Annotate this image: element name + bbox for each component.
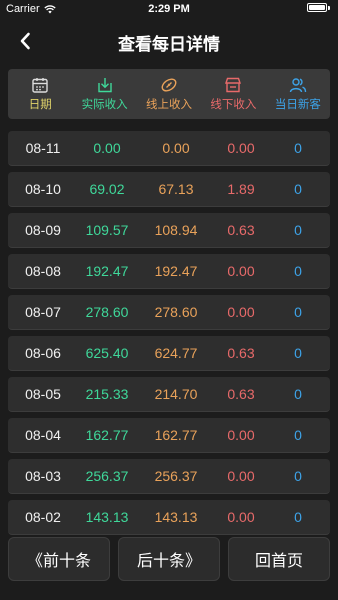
battery-icon — [307, 3, 327, 12]
row-new: 0 — [294, 509, 302, 525]
prev-ten-button[interactable]: 《前十条 — [8, 537, 110, 581]
column-date: 日期 — [8, 69, 72, 119]
row-actual: 215.33 — [85, 386, 129, 402]
column-actual: 实际收入 — [72, 69, 136, 119]
pagination-bar: 《前十条 后十条》 回首页 — [8, 537, 330, 581]
row-online: 192.47 — [154, 263, 198, 279]
row-date: 08-03 — [25, 468, 61, 484]
row-new: 0 — [294, 386, 302, 402]
row-date: 08-04 — [25, 427, 61, 443]
row-online: 108.94 — [154, 222, 198, 238]
row-offline: 0.00 — [227, 304, 255, 320]
page-title: 查看每日详情 — [118, 35, 220, 54]
users-icon — [289, 78, 307, 93]
row-offline: 0.00 — [227, 263, 255, 279]
row-online: 256.37 — [154, 468, 198, 484]
row-online: 278.60 — [154, 304, 198, 320]
daily-list: 08-11 0.00 0.00 0.00 0 08-10 69.02 67.13… — [8, 131, 330, 541]
table-row[interactable]: 08-08 192.47 192.47 0.00 0 — [8, 254, 330, 289]
row-new: 0 — [294, 181, 302, 197]
row-new: 0 — [294, 304, 302, 320]
row-actual: 0.00 — [93, 140, 121, 156]
row-actual: 69.02 — [89, 181, 125, 197]
row-online: 162.77 — [154, 427, 198, 443]
row-actual: 192.47 — [85, 263, 129, 279]
row-date: 08-02 — [25, 509, 61, 525]
home-button[interactable]: 回首页 — [228, 537, 330, 581]
row-online: 143.13 — [154, 509, 198, 525]
status-time: 2:29 PM — [148, 3, 190, 15]
column-date-label: 日期 — [28, 99, 52, 111]
table-row[interactable]: 08-07 278.60 278.60 0.00 0 — [8, 295, 330, 330]
download-icon — [97, 78, 112, 93]
row-online: 67.13 — [158, 181, 194, 197]
table-row[interactable]: 08-10 69.02 67.13 1.89 0 — [8, 172, 330, 207]
row-actual: 278.60 — [85, 304, 129, 320]
row-online: 624.77 — [154, 345, 198, 361]
row-new: 0 — [294, 427, 302, 443]
row-online: 214.70 — [154, 386, 198, 402]
row-date: 08-11 — [25, 140, 61, 156]
row-offline: 0.00 — [227, 468, 255, 484]
row-offline: 0.63 — [227, 345, 255, 361]
row-offline: 0.63 — [227, 222, 255, 238]
nav-bar: 查看每日详情 — [0, 26, 338, 56]
column-header: 日期 实际收入 线上收入 线下收入 当日新客 — [8, 69, 330, 119]
row-offline: 0.00 — [227, 427, 255, 443]
row-date: 08-09 — [25, 222, 61, 238]
table-row[interactable]: 08-05 215.33 214.70 0.63 0 — [8, 377, 330, 412]
row-actual: 625.40 — [85, 345, 129, 361]
table-row[interactable]: 08-06 625.40 624.77 0.63 0 — [8, 336, 330, 371]
table-row[interactable]: 08-09 109.57 108.94 0.63 0 — [8, 213, 330, 248]
row-online: 0.00 — [162, 140, 190, 156]
rugby-icon — [161, 78, 177, 92]
column-actual-label: 实际收入 — [81, 99, 128, 111]
row-offline: 0.00 — [227, 140, 255, 156]
row-offline: 1.89 — [227, 181, 255, 197]
column-online: 线上收入 — [137, 69, 201, 119]
next-ten-button[interactable]: 后十条》 — [118, 537, 220, 581]
row-date: 08-05 — [25, 386, 61, 402]
column-new: 当日新客 — [266, 69, 330, 119]
table-row[interactable]: 08-02 143.13 143.13 0.00 0 — [8, 500, 330, 535]
column-offline: 线下收入 — [201, 69, 265, 119]
store-icon — [225, 77, 242, 93]
row-new: 0 — [294, 468, 302, 484]
row-date: 08-06 — [25, 345, 61, 361]
column-online-label: 线上收入 — [146, 99, 193, 111]
row-actual: 256.37 — [85, 468, 129, 484]
row-actual: 162.77 — [85, 427, 129, 443]
row-offline: 0.63 — [227, 386, 255, 402]
row-new: 0 — [294, 222, 302, 238]
table-row[interactable]: 08-03 256.37 256.37 0.00 0 — [8, 459, 330, 494]
table-row[interactable]: 08-04 162.77 162.77 0.00 0 — [8, 418, 330, 453]
row-date: 08-07 — [25, 304, 61, 320]
status-bar: Carrier 2:29 PM — [0, 0, 338, 20]
row-date: 08-08 — [25, 263, 61, 279]
row-new: 0 — [294, 140, 302, 156]
row-date: 08-10 — [25, 181, 61, 197]
row-new: 0 — [294, 345, 302, 361]
row-new: 0 — [294, 263, 302, 279]
column-new-label: 当日新客 — [274, 99, 321, 111]
row-actual: 109.57 — [85, 222, 129, 238]
table-row[interactable]: 08-11 0.00 0.00 0.00 0 — [8, 131, 330, 166]
calendar-icon — [32, 78, 48, 93]
column-offline-label: 线下收入 — [210, 99, 257, 111]
row-offline: 0.00 — [227, 509, 255, 525]
row-actual: 143.13 — [85, 509, 129, 525]
